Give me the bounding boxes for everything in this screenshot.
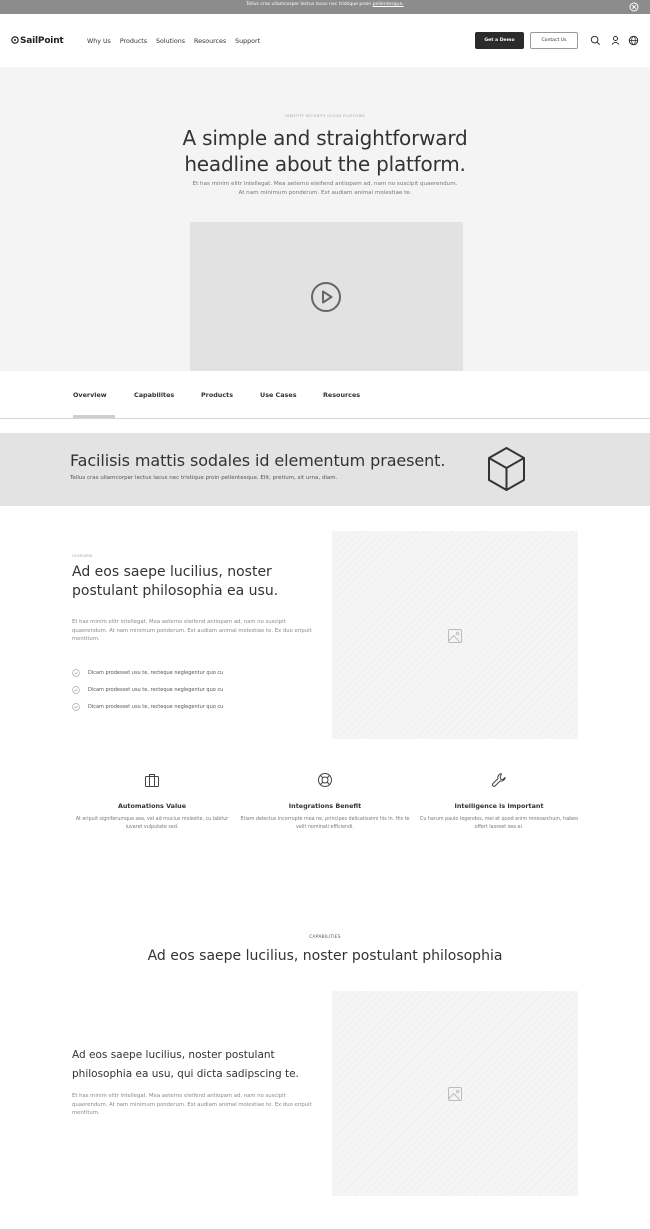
active-tab-indicator — [73, 415, 115, 418]
feature-description: Cu harum paulo legendos, mei et quod eni… — [419, 817, 579, 830]
announcement-message: Tellus cras ullamcorper lectus lacus nec… — [246, 2, 373, 7]
check-circle-icon — [72, 685, 80, 694]
contact-us-button[interactable]: Contact Us — [530, 32, 578, 49]
nav-links: Why Us Products Solutions Resources Supp… — [87, 38, 260, 45]
feature-description: Etiam delectus incorrupte mea ne, princi… — [240, 817, 410, 830]
promo-banner: Facilisis mattis sodales id elementum pr… — [0, 433, 650, 506]
banner-title: Facilisis mattis sodales id elementum pr… — [70, 451, 446, 470]
check-circle-icon — [72, 668, 80, 677]
checklist-item: Dicam prodesset usu te, recteque neglege… — [72, 664, 223, 681]
capabilities-eyebrow: CAPABILITIES — [309, 935, 341, 940]
feature-title: Automations Value — [117, 802, 187, 810]
logo-mark-icon — [11, 36, 19, 44]
sailpoint-logo[interactable]: SailPoint — [11, 36, 64, 46]
hero-title-line-2: headline about the platform. — [184, 152, 466, 176]
nav-link-why-us[interactable]: Why Us — [87, 38, 111, 45]
capability-item-title: Ad eos saepe lucilius, noster postulant … — [72, 1049, 299, 1080]
feature-automations: Automations Value At eripuit signiferumq… — [67, 772, 237, 831]
tab-products[interactable]: Products — [201, 391, 233, 399]
hero-video[interactable] — [190, 222, 463, 371]
get-demo-button[interactable]: Get a Demo — [475, 32, 524, 49]
overview-checklist: Dicam prodesset usu te, recteque neglege… — [72, 664, 223, 715]
feature-intelligence: Intelligence is Important Cu harum paulo… — [414, 772, 584, 831]
tab-resources[interactable]: Resources — [323, 391, 360, 399]
hero-eyebrow: IDENTITY SECURITY CLOUD PLATFORM — [285, 113, 365, 118]
checklist-item: Dicam prodesset usu te, recteque neglege… — [72, 698, 223, 715]
hero-title: A simple and straightforward headline abo… — [0, 125, 650, 177]
feature-description: At eripuit signiferumque sea, vel ad muc… — [75, 817, 229, 830]
hero-subtitle-line-1: Et has minim elitr intellegat. Mea aeter… — [192, 181, 458, 187]
hero-title-line-1: A simple and straightforward — [182, 126, 468, 150]
hero-section: IDENTITY SECURITY CLOUD PLATFORM A simpl… — [0, 67, 650, 371]
hero-subtitle-line-2: At nam minimum ponderum. Est audiam anim… — [238, 190, 412, 196]
cube-icon — [488, 447, 525, 491]
nav-link-support[interactable]: Support — [235, 38, 260, 45]
globe-icon[interactable] — [628, 35, 639, 46]
overview-eyebrow: OVERVIEW — [72, 553, 93, 558]
checklist-item-text: Dicam prodesset usu te, recteque neglege… — [88, 669, 224, 676]
tab-overview[interactable]: Overview — [73, 391, 107, 399]
overview-title: Ad eos saepe lucilius, noster postulant … — [72, 564, 279, 599]
feature-title: Intelligence is Important — [454, 802, 544, 810]
tab-use-cases[interactable]: Use Cases — [260, 391, 297, 399]
image-icon — [448, 629, 462, 643]
search-icon[interactable] — [590, 35, 601, 46]
wrench-icon — [491, 773, 506, 787]
announcement-link[interactable]: pellentesque. — [373, 2, 404, 7]
capability-item-body: Et has minim elitr intellegat. Mea aeter… — [72, 1093, 312, 1116]
main-nav: SailPoint Why Us Products Solutions Reso… — [0, 14, 650, 67]
hero-subtitle: Et has minim elitr intellegat. Mea aeter… — [150, 180, 500, 198]
user-icon[interactable] — [610, 35, 621, 46]
overview-image-placeholder — [332, 531, 578, 739]
checklist-item-text: Dicam prodesset usu te, recteque neglege… — [88, 703, 224, 710]
capabilities-title: Ad eos saepe lucilius, noster postulant … — [147, 948, 503, 964]
section-tabs: Overview Capabilites Products Use Cases … — [0, 371, 650, 419]
overview-body: Et has minim elitr intellegat. Mea aeter… — [72, 619, 312, 642]
logo-text: SailPoint — [20, 36, 64, 46]
announcement-bar: Tellus cras ullamcorper lectus lacus nec… — [0, 0, 650, 14]
check-circle-icon — [72, 702, 80, 711]
lifebuoy-icon — [318, 773, 332, 787]
play-icon[interactable] — [310, 281, 342, 313]
close-icon[interactable] — [629, 2, 639, 12]
feature-integrations: Integrations Benefit Etiam delectus inco… — [240, 772, 410, 831]
image-icon — [448, 1087, 462, 1101]
nav-link-solutions[interactable]: Solutions — [156, 38, 185, 45]
briefcase-icon — [145, 774, 159, 787]
checklist-item-text: Dicam prodesset usu te, recteque neglege… — [88, 686, 224, 693]
tab-capabilities[interactable]: Capabilites — [134, 391, 174, 399]
checklist-item: Dicam prodesset usu te, recteque neglege… — [72, 681, 223, 698]
nav-link-products[interactable]: Products — [120, 38, 147, 45]
capability-image-placeholder — [332, 991, 578, 1196]
announcement-text: Tellus cras ullamcorper lectus lacus nec… — [0, 2, 650, 7]
banner-subtitle: Tellus cras ullamcorper lectus lacus nec… — [70, 475, 338, 481]
nav-link-resources[interactable]: Resources — [194, 38, 226, 45]
feature-title: Integrations Benefit — [288, 802, 362, 810]
